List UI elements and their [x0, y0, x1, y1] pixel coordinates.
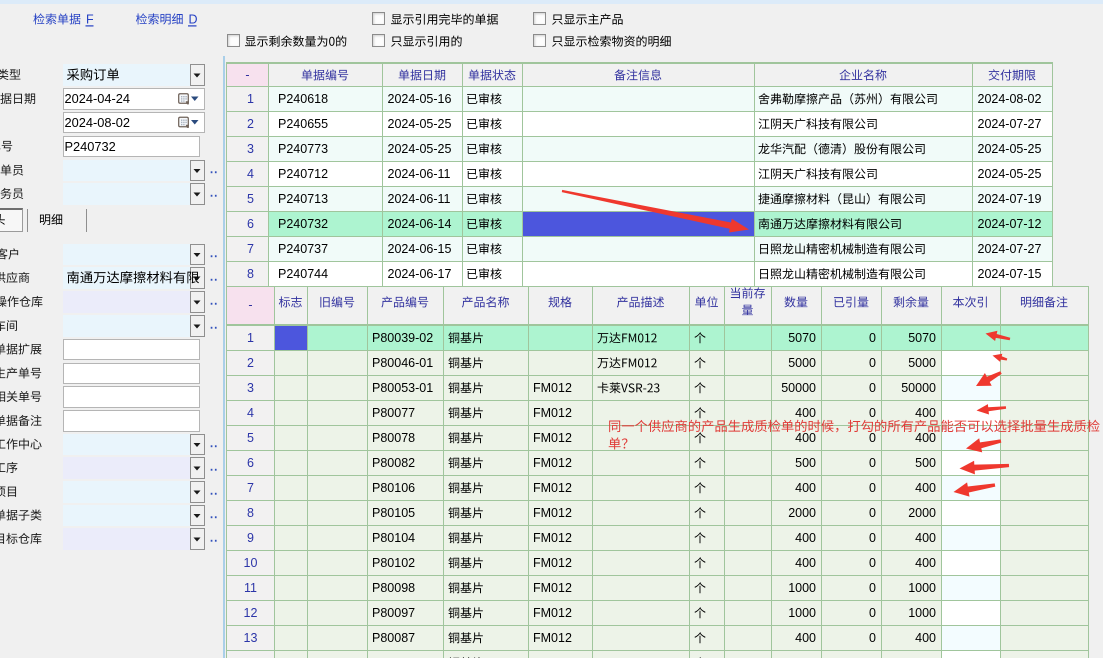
- svg-text:F: F: [86, 13, 94, 27]
- svg-text:D: D: [189, 13, 198, 27]
